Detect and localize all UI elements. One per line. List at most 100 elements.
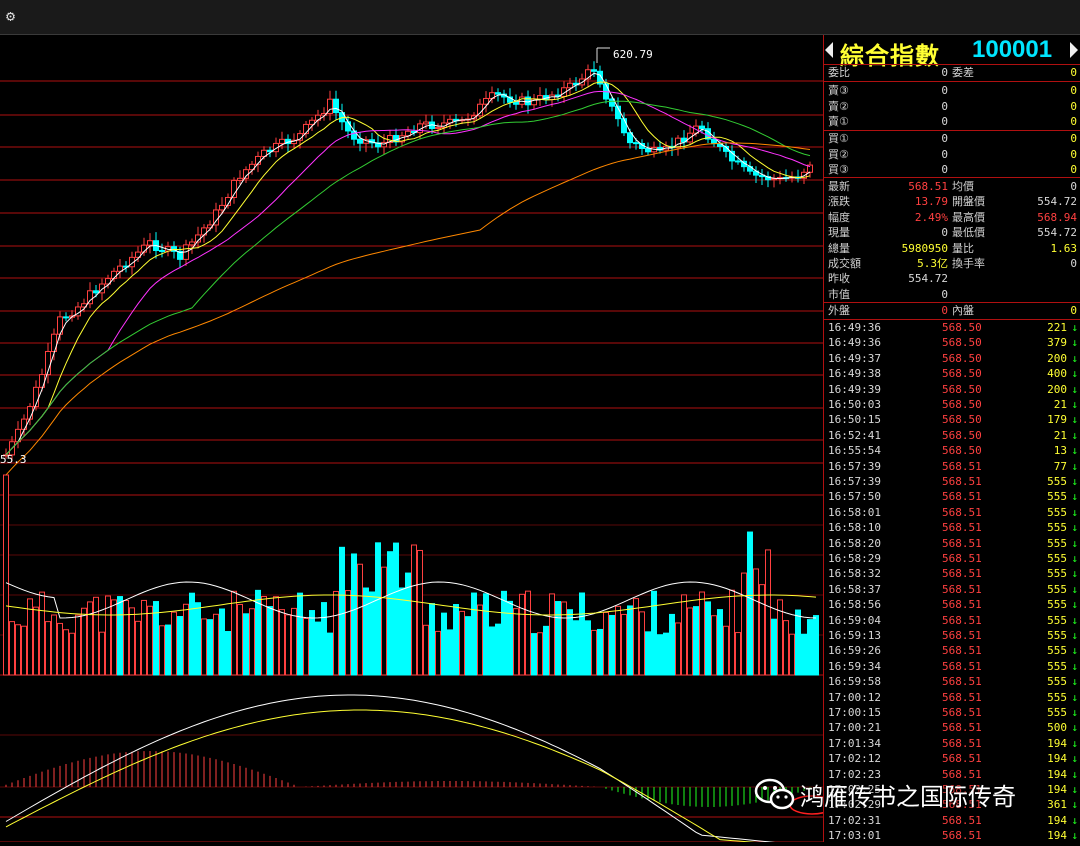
sell-row: 賣② 0 0 <box>824 99 1080 114</box>
volume-bar <box>711 615 717 676</box>
tick-down-arrow-icon: ↓ <box>1071 567 1078 581</box>
index-code: 100001 <box>972 36 1053 63</box>
tick-volume: 555 <box>1047 582 1067 596</box>
candle-body <box>219 204 225 211</box>
volume-bar <box>675 622 681 676</box>
outer-value: 0 <box>941 304 948 317</box>
tick-price: 568.51 <box>942 552 982 565</box>
volume-bar <box>399 587 405 676</box>
stat-value: 554.72 <box>1037 226 1077 240</box>
sell-price: 0 <box>941 99 948 113</box>
tick-down-arrow-icon: ↓ <box>1071 629 1078 642</box>
tick-time: 16:58:01 <box>828 505 881 519</box>
tick-time: 16:58:20 <box>828 536 881 550</box>
volume-bar <box>45 621 51 676</box>
tick-down-arrow-icon: ↓ <box>1071 783 1078 796</box>
tick-price: 568.51 <box>942 659 982 673</box>
tick-volume: 21 <box>1053 428 1067 442</box>
volume-bar <box>81 607 87 676</box>
volume-bar <box>615 605 621 676</box>
tick-row: 16:57:39 568.51 555 ↓ <box>824 474 1080 489</box>
stat-value: 554.72 <box>908 272 948 286</box>
macd-dea-line <box>5 709 807 846</box>
tick-volume: 21 <box>1053 398 1067 411</box>
quote-panel: 綜合指數 100001 委比 0 委差 0 賣③ 0 0 賣② 0 0 賣① 0 0 買① 0 0 買… <box>823 35 1080 842</box>
tick-volume: 555 <box>1047 505 1067 519</box>
volume-bar <box>93 596 99 676</box>
tick-down-arrow-icon: ↓ <box>1071 659 1078 673</box>
volume-bar <box>693 606 699 676</box>
tick-row: 16:58:20 568.51 555 ↓ <box>824 536 1080 551</box>
sell-label: 賣③ <box>828 84 849 97</box>
tick-row: 17:01:34 568.51 194 ↓ <box>824 736 1080 751</box>
candle-body <box>435 126 441 129</box>
tick-volume: 555 <box>1047 659 1067 673</box>
volume-bar <box>513 608 519 676</box>
volume-bar <box>123 600 129 676</box>
tick-time: 16:58:37 <box>828 582 881 596</box>
arrow-right-icon[interactable] <box>1070 42 1078 58</box>
kline-chart-area[interactable]: 620.79 55.3 <box>0 35 835 846</box>
inner-value: 0 <box>1070 304 1077 317</box>
volume-bar <box>411 544 417 676</box>
volume-bar <box>57 622 63 676</box>
tick-price: 568.51 <box>942 752 982 766</box>
stat-row: 成交額 5.3亿 換手率 0 <box>824 256 1080 271</box>
candle-body <box>237 177 243 181</box>
tick-price: 568.51 <box>942 598 982 612</box>
tick-time: 16:49:38 <box>828 367 881 381</box>
tick-price: 568.50 <box>942 321 982 334</box>
tick-time: 16:58:29 <box>828 552 881 565</box>
tick-volume: 555 <box>1047 567 1067 581</box>
stat-value: 0 <box>941 226 948 240</box>
volume-bar <box>39 591 45 676</box>
tick-volume: 200 <box>1047 382 1067 396</box>
volume-bar <box>9 621 15 676</box>
tick-price: 568.51 <box>942 690 982 704</box>
volume-bar <box>393 542 399 676</box>
macd-dif-line <box>5 694 816 846</box>
volume-bar <box>657 634 663 676</box>
tick-row: 16:58:56 568.51 555 ↓ <box>824 597 1080 612</box>
tick-down-arrow-icon: ↓ <box>1071 413 1078 427</box>
outer-inner-row: 外盤 0 內盤 0 <box>824 303 1080 318</box>
tick-volume: 221 <box>1047 321 1067 334</box>
tick-row: 16:59:34 568.51 555 ↓ <box>824 659 1080 674</box>
tick-down-arrow-icon: ↓ <box>1071 505 1078 519</box>
volume-bar <box>363 587 369 676</box>
stat-value: 2.49% <box>914 210 948 224</box>
volume-bar <box>621 613 627 676</box>
stat-label: 量比 <box>952 241 974 255</box>
volume-bar <box>783 620 789 676</box>
tick-row: 17:03:01 568.51 194 ↓ <box>824 828 1080 843</box>
tick-volume: 555 <box>1047 644 1067 658</box>
volume-bar <box>309 610 315 676</box>
volume-bar <box>795 609 801 676</box>
tick-time: 16:59:04 <box>828 613 881 627</box>
buy-label: 買② <box>828 147 849 161</box>
arrow-left-icon[interactable] <box>825 42 833 58</box>
tick-row: 16:50:15 568.50 179 ↓ <box>824 412 1080 427</box>
volume-bar <box>429 603 435 676</box>
candle-body <box>537 95 543 100</box>
volume-bar <box>765 549 771 676</box>
tick-time: 16:57:39 <box>828 459 881 473</box>
tick-price: 568.51 <box>942 490 982 504</box>
candle-body <box>519 96 525 105</box>
tick-volume: 555 <box>1047 490 1067 504</box>
volume-bar <box>801 633 807 676</box>
tick-row: 16:58:32 568.51 555 ↓ <box>824 566 1080 581</box>
volume-bar <box>741 572 747 676</box>
buy-price: 0 <box>941 147 948 161</box>
volume-bar <box>231 590 237 676</box>
volume-bar <box>423 624 429 676</box>
buy-price: 0 <box>941 163 948 176</box>
buy-row: 買① 0 0 <box>824 131 1080 146</box>
volume-bar <box>291 607 297 676</box>
tick-price: 568.51 <box>942 721 982 735</box>
volume-bar <box>561 601 567 676</box>
gear-icon[interactable]: ⚙ <box>6 8 22 24</box>
volume-bar <box>351 553 357 676</box>
candle-body <box>699 125 705 130</box>
volume-bar <box>243 613 249 676</box>
